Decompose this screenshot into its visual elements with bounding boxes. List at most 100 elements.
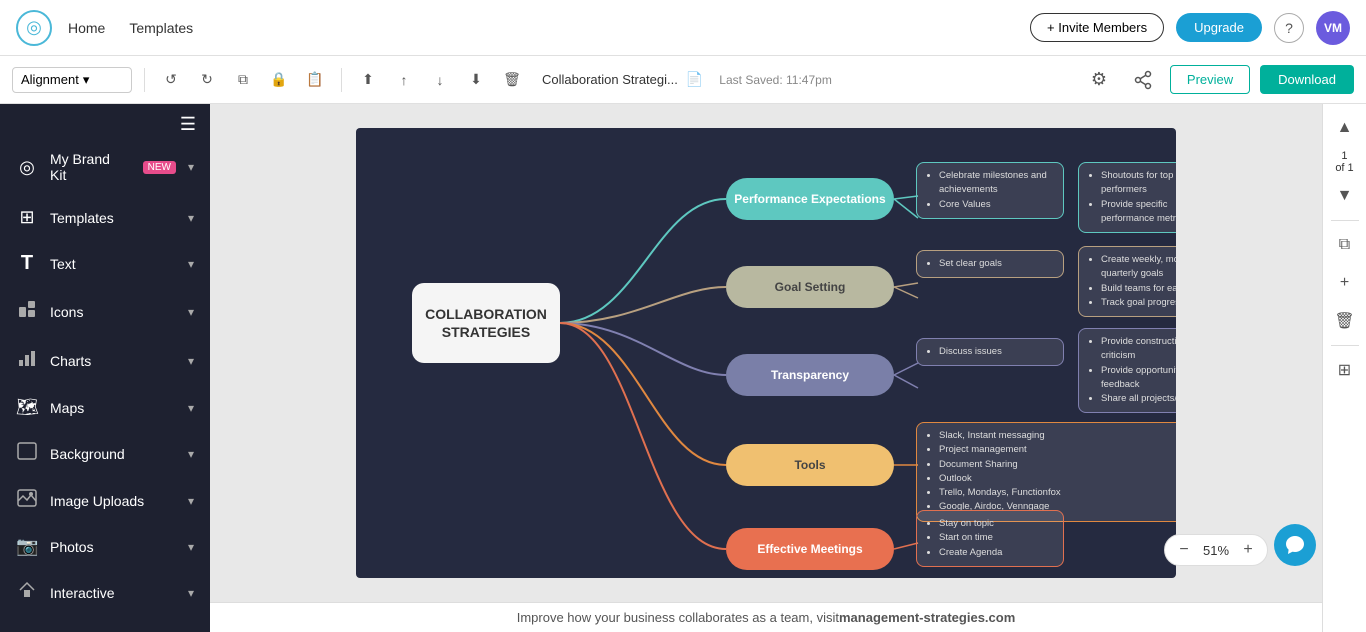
delete-button[interactable]: 🗑	[498, 66, 526, 94]
detail-perf1: Celebrate milestones and achievementsCor…	[916, 162, 1064, 219]
sidebar-hamburger[interactable]: ☰	[0, 104, 210, 139]
canvas-content: COLLABORATION STRATEGIES Performance Exp…	[356, 128, 1176, 578]
sidebar-item-icons-label: Icons	[50, 304, 176, 320]
grid-view-button[interactable]: ⊞	[1329, 354, 1361, 386]
canvas-wrapper[interactable]: COLLABORATION STRATEGIES Performance Exp…	[210, 104, 1322, 602]
sidebar: ☰ ◎ My Brand Kit NEW ▾ ⊞ Templates ▾ T T…	[0, 104, 210, 632]
toolbar-divider-1	[144, 68, 145, 92]
image-uploads-icon	[16, 489, 38, 512]
sidebar-item-text[interactable]: T Text ▾	[0, 240, 210, 287]
maps-arrow: ▾	[188, 401, 194, 415]
charts-arrow: ▾	[188, 354, 194, 368]
right-panel-divider	[1331, 220, 1359, 221]
zoom-out-button[interactable]: −	[1173, 539, 1195, 561]
toolbar-right: ⚙ Preview Download	[1082, 63, 1354, 97]
bring-front-button[interactable]: ⬆	[354, 66, 382, 94]
sidebar-item-background[interactable]: Background ▾	[0, 430, 210, 477]
nav-home[interactable]: Home	[68, 20, 105, 36]
sidebar-item-interactive-label: Interactive	[50, 585, 176, 601]
sidebar-item-charts[interactable]: Charts ▾	[0, 336, 210, 385]
bottom-bar: Improve how your business collaborates a…	[210, 602, 1322, 632]
sidebar-item-maps-label: Maps	[50, 400, 176, 416]
doc-saved: Last Saved: 11:47pm	[719, 73, 832, 87]
invite-members-button[interactable]: + Invite Members	[1030, 13, 1164, 42]
sidebar-item-brand-kit[interactable]: ◎ My Brand Kit NEW ▾	[0, 139, 210, 195]
lock-button[interactable]: 🔒	[265, 66, 293, 94]
maps-icon: 🗺	[16, 397, 38, 418]
doc-icon: 📄	[686, 71, 703, 88]
toolbar-divider-2	[341, 68, 342, 92]
sidebar-item-image-uploads[interactable]: Image Uploads ▾	[0, 477, 210, 524]
sidebar-item-templates[interactable]: ⊞ Templates ▾	[0, 195, 210, 240]
templates-icon: ⊞	[16, 207, 38, 228]
delete-page-button[interactable]: 🗑	[1329, 305, 1361, 337]
sidebar-item-background-label: Background	[50, 446, 176, 462]
copy-button[interactable]: ⧉	[229, 66, 257, 94]
copy-page-button[interactable]: ⧉	[1329, 229, 1361, 261]
image-uploads-arrow: ▾	[188, 494, 194, 508]
bring-up-button[interactable]: ↑	[390, 66, 418, 94]
nav-links: Home Templates	[68, 20, 193, 36]
preview-button[interactable]: Preview	[1170, 65, 1250, 94]
add-page-button[interactable]: +	[1329, 267, 1361, 299]
brand-kit-badge: NEW	[143, 161, 176, 174]
photos-icon: 📷	[16, 536, 38, 557]
brand-kit-icon: ◎	[16, 157, 38, 178]
text-icon: T	[16, 252, 38, 275]
paste-button[interactable]: 📋	[301, 66, 329, 94]
sidebar-item-photos[interactable]: 📷 Photos ▾	[0, 524, 210, 569]
detail-goal2: Create weekly, monthly, quarterly goalsB…	[1078, 246, 1176, 317]
sidebar-item-brand-kit-label: My Brand Kit	[50, 151, 127, 183]
detail-perf2: Shoutouts for top performersProvide spec…	[1078, 162, 1176, 233]
zoom-in-button[interactable]: +	[1237, 539, 1259, 561]
help-button[interactable]: ?	[1274, 13, 1304, 43]
sidebar-item-charts-label: Charts	[50, 353, 176, 369]
sidebar-item-text-label: Text	[50, 256, 176, 272]
interactive-icon	[16, 581, 38, 604]
sidebar-item-image-uploads-label: Image Uploads	[50, 493, 176, 509]
background-icon	[16, 442, 38, 465]
bottom-bar-link[interactable]: management-strategies.com	[839, 610, 1015, 625]
detail-transp2: Provide constructive criticismProvide op…	[1078, 328, 1176, 413]
detail-tools1: Slack, Instant messagingProject manageme…	[916, 422, 1176, 522]
detail-goal1: Set clear goals	[916, 250, 1064, 278]
node-tools: Tools	[726, 444, 894, 486]
top-nav: ◎ Home Templates + Invite Members Upgrad…	[0, 0, 1366, 56]
bottom-bar-text: Improve how your business collaborates a…	[517, 610, 839, 625]
upgrade-button[interactable]: Upgrade	[1176, 13, 1262, 42]
app-logo[interactable]: ◎	[16, 10, 52, 46]
icons-icon	[16, 299, 38, 324]
redo-button[interactable]: ↻	[193, 66, 221, 94]
sidebar-item-icons[interactable]: Icons ▾	[0, 287, 210, 336]
node-transparency: Transparency	[726, 354, 894, 396]
text-arrow: ▾	[188, 257, 194, 271]
settings-button[interactable]: ⚙	[1082, 63, 1116, 97]
undo-button[interactable]: ↺	[157, 66, 185, 94]
zoom-controls: − 51% +	[1164, 534, 1268, 566]
share-button[interactable]	[1126, 63, 1160, 97]
node-center: COLLABORATION STRATEGIES	[412, 283, 560, 363]
right-panel: ▲ 1 of 1 ▼ ⧉ + 🗑 ⊞	[1322, 104, 1366, 632]
doc-title: Collaboration Strategi... 📄 Last Saved: …	[542, 71, 1074, 88]
download-button[interactable]: Download	[1260, 65, 1354, 94]
charts-icon	[16, 348, 38, 373]
node-goal: Goal Setting	[726, 266, 894, 308]
node-performance: Performance Expectations	[726, 178, 894, 220]
toolbar: Alignment ▾ ↺ ↻ ⧉ 🔒 📋 ⬆ ↑ ↓ ⬇ 🗑 Collabor…	[0, 56, 1366, 104]
page-number: 1 of 1	[1335, 150, 1353, 174]
send-back-button[interactable]: ⬇	[462, 66, 490, 94]
page-up-button[interactable]: ▲	[1329, 112, 1361, 144]
interactive-arrow: ▾	[188, 586, 194, 600]
main-layout: ☰ ◎ My Brand Kit NEW ▾ ⊞ Templates ▾ T T…	[0, 104, 1366, 632]
chat-button[interactable]	[1274, 524, 1316, 566]
sidebar-item-interactive[interactable]: Interactive ▾	[0, 569, 210, 616]
sidebar-item-maps[interactable]: 🗺 Maps ▾	[0, 385, 210, 430]
icons-arrow: ▾	[188, 305, 194, 319]
send-down-button[interactable]: ↓	[426, 66, 454, 94]
right-panel-divider-2	[1331, 345, 1359, 346]
doc-title-text: Collaboration Strategi...	[542, 72, 678, 87]
page-down-button[interactable]: ▼	[1329, 180, 1361, 212]
avatar[interactable]: VM	[1316, 11, 1350, 45]
nav-templates[interactable]: Templates	[129, 20, 193, 36]
alignment-select[interactable]: Alignment ▾	[12, 67, 132, 93]
